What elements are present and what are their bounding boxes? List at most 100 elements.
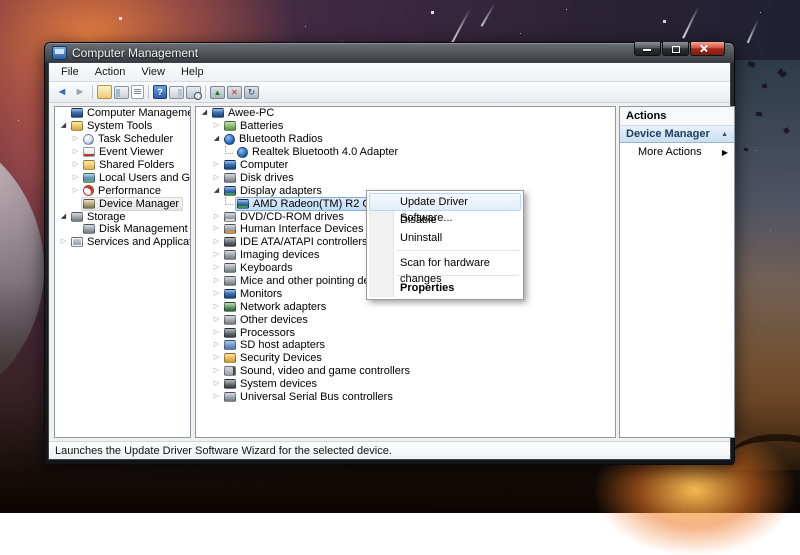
context-menu-item-properties[interactable]: Properties	[369, 279, 521, 297]
device-tree-item[interactable]: IDE ATA/ATAPI controllers	[222, 235, 372, 249]
device-tree-item[interactable]: SD host adapters	[222, 338, 329, 352]
device-tree-item[interactable]: Processors	[222, 326, 299, 340]
expanded-expander-icon[interactable]: ◢	[211, 133, 222, 145]
toolbar-separator	[205, 85, 206, 99]
collapsed-expander-icon[interactable]: ▷	[70, 172, 81, 184]
menu-action[interactable]: Action	[87, 64, 134, 80]
device-tree-item[interactable]: Other devices	[222, 313, 312, 327]
expanded-expander-icon[interactable]: ◢	[58, 120, 69, 132]
collapsed-expander-icon[interactable]: ▷	[70, 146, 81, 158]
menu-help[interactable]: Help	[173, 64, 212, 80]
expanded-expander-icon[interactable]: ◢	[58, 211, 69, 223]
device-tree-item[interactable]: Sound, video and game controllers	[222, 364, 414, 378]
collapsed-expander-icon[interactable]: ▷	[211, 365, 222, 377]
action-pane-icon[interactable]	[169, 86, 184, 99]
network-icon	[224, 302, 236, 312]
console-tree-item[interactable]: Event Viewer	[81, 145, 168, 159]
collapsed-expander-icon[interactable]: ▷	[211, 339, 222, 351]
console-tree-item[interactable]: Computer Management (Local	[69, 106, 191, 120]
collapsed-expander-icon[interactable]: ▷	[211, 378, 222, 390]
collapsed-expander-icon[interactable]: ▷	[211, 159, 222, 171]
menu-file[interactable]: File	[53, 64, 87, 80]
collapsed-expander-icon[interactable]: ▷	[211, 301, 222, 313]
chevron-up-icon[interactable]: ▲	[721, 131, 728, 138]
collapsed-expander-icon[interactable]: ▷	[211, 327, 222, 339]
uninstall-icon[interactable]: ✕	[227, 86, 242, 99]
device-tree-row: ▷Processors	[196, 326, 615, 339]
actions-section-label: Device Manager	[626, 128, 710, 140]
expanded-expander-icon[interactable]: ◢	[199, 107, 210, 119]
console-tree-item[interactable]: Device Manager	[81, 197, 183, 211]
device-tree-item[interactable]: System devices	[222, 377, 321, 391]
device-tree-item[interactable]: Monitors	[222, 287, 286, 301]
context-menu-item-update-driver-software[interactable]: Update Driver Software...	[369, 193, 521, 211]
console-tree-item[interactable]: Task Scheduler	[81, 132, 177, 146]
scan-hardware-icon[interactable]: ↻	[244, 86, 259, 99]
collapsed-expander-icon[interactable]: ▷	[211, 236, 222, 248]
collapsed-expander-icon[interactable]: ▷	[211, 249, 222, 261]
close-button[interactable]	[690, 42, 725, 56]
console-tree-item[interactable]: Storage	[69, 210, 130, 224]
collapsed-expander-icon[interactable]: ▷	[211, 262, 222, 274]
collapsed-expander-icon[interactable]: ▷	[211, 352, 222, 364]
tree-connector	[225, 146, 233, 154]
console-tree-item[interactable]: Disk Management	[81, 222, 191, 236]
device-tree-item[interactable]: Keyboards	[222, 261, 297, 275]
device-tree-item[interactable]: DVD/CD-ROM drives	[222, 210, 348, 224]
console-tree-icon[interactable]	[114, 86, 129, 99]
help-icon[interactable]: ?	[153, 85, 167, 99]
collapsed-expander-icon[interactable]: ▷	[211, 172, 222, 184]
title-bar[interactable]: Computer Management	[48, 43, 731, 62]
collapsed-expander-icon[interactable]: ▷	[70, 159, 81, 171]
device-tree-item[interactable]: Display adapters	[222, 184, 326, 198]
update-driver-icon[interactable]: ▲	[210, 86, 225, 99]
console-tree-pane[interactable]: Computer Management (Local◢System Tools▷…	[54, 106, 191, 438]
device-tree-label: Batteries	[240, 120, 283, 132]
system-icon	[224, 379, 236, 389]
collapsed-expander-icon[interactable]: ▷	[211, 211, 222, 223]
device-tree-item[interactable]: Awee-PC	[210, 106, 278, 120]
console-tree-item[interactable]: Shared Folders	[81, 158, 178, 172]
collapsed-expander-icon[interactable]: ▷	[70, 133, 81, 145]
collapsed-expander-icon[interactable]: ▷	[211, 314, 222, 326]
device-tree-item[interactable]: Batteries	[222, 119, 287, 133]
properties-icon[interactable]	[131, 85, 144, 99]
collapsed-expander-icon[interactable]: ▷	[211, 223, 222, 235]
minimize-button[interactable]	[634, 42, 661, 56]
collapsed-expander-icon[interactable]: ▷	[70, 185, 81, 197]
forward-icon[interactable]: ►	[72, 85, 88, 100]
toolbar-separator	[148, 85, 149, 99]
bridge-silhouette	[732, 434, 800, 475]
device-tree-item[interactable]: Security Devices	[222, 351, 326, 365]
collapsed-expander-icon[interactable]: ▷	[211, 391, 222, 403]
context-menu-item-disable[interactable]: Disable	[369, 211, 521, 229]
device-tree-item[interactable]: Human Interface Devices	[222, 222, 368, 236]
console-tree-item[interactable]: Services and Applications	[69, 235, 191, 249]
storage-icon	[71, 212, 83, 222]
menu-view[interactable]: View	[133, 64, 173, 80]
collapsed-expander-icon[interactable]: ▷	[211, 275, 222, 287]
device-tree-item[interactable]: Imaging devices	[222, 248, 324, 262]
context-menu-item-scan-for-hardware-changes[interactable]: Scan for hardware changes	[369, 254, 521, 272]
back-icon[interactable]: ◄	[54, 85, 70, 100]
find-icon[interactable]	[186, 86, 201, 99]
actions-section-device-manager[interactable]: Device Manager ▲	[620, 126, 734, 143]
collapsed-expander-icon[interactable]: ▷	[211, 288, 222, 300]
context-menu-item-uninstall[interactable]: Uninstall	[369, 229, 521, 247]
device-tree-item[interactable]: Computer	[222, 158, 292, 172]
collapsed-expander-icon[interactable]: ▷	[211, 120, 222, 132]
console-tree-item[interactable]: System Tools	[69, 119, 156, 133]
device-tree-item[interactable]: Universal Serial Bus controllers	[222, 390, 397, 404]
bluetooth-icon	[224, 134, 235, 145]
device-tree-item[interactable]: Realtek Bluetooth 4.0 Adapter	[235, 145, 402, 159]
device-tree-item[interactable]: Disk drives	[222, 171, 298, 185]
console-tree-item[interactable]: Local Users and Groups	[81, 171, 191, 185]
device-tree-item[interactable]: Bluetooth Radios	[222, 132, 327, 146]
console-tree-item[interactable]: Performance	[81, 184, 165, 198]
expanded-expander-icon[interactable]: ◢	[211, 185, 222, 197]
device-tree-item[interactable]: Network adapters	[222, 300, 330, 314]
more-actions-item[interactable]: More Actions ▶	[620, 143, 734, 161]
maximize-button[interactable]	[662, 42, 689, 56]
export-icon[interactable]	[97, 85, 112, 99]
collapsed-expander-icon[interactable]: ▷	[58, 236, 69, 248]
